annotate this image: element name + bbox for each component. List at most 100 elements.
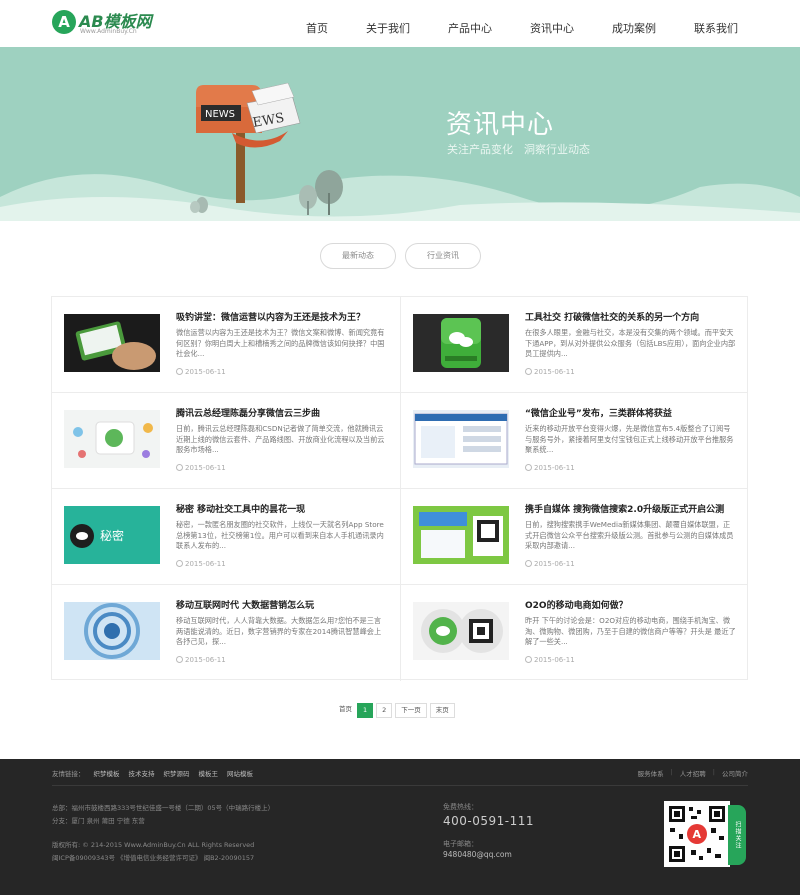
news-category-tabs: 最新动态 行业资讯 bbox=[320, 243, 490, 269]
nav-news[interactable]: 资讯中心 bbox=[530, 0, 574, 47]
news-date: 2015-06-11 bbox=[525, 464, 575, 472]
news-desc: 日前，搜狗搜索携手WeMedia新媒体集团、颠覆自媒体联盟，正式开启微信公众平台… bbox=[525, 520, 734, 550]
news-title[interactable]: 工具社交 打破微信社交的关系的另一个方向 bbox=[525, 310, 739, 323]
clock-icon bbox=[176, 656, 183, 663]
news-date-text: 2015-06-11 bbox=[534, 368, 575, 376]
news-item[interactable]: 腾讯云总经理陈磊分享微信云三步曲 日前，腾讯云总经理陈磊和CSDN记者做了简单交… bbox=[52, 393, 400, 489]
phone-icon[interactable] bbox=[64, 314, 160, 372]
news-date: 2015-06-11 bbox=[525, 656, 575, 664]
mail-label: 电子邮箱： bbox=[443, 840, 478, 848]
page-next[interactable]: 下一页 bbox=[395, 703, 427, 718]
news-desc: 日前，腾讯云总经理陈磊和CSDN记者做了简单交流，他就腾讯云近期上线的微信云套件… bbox=[176, 424, 385, 454]
news-item[interactable]: 吸钓讲堂：微信运营以内容为王还是技术为王？ 微信运营以内容为王还是技术为王？微信… bbox=[52, 297, 400, 393]
news-date: 2015-06-11 bbox=[176, 464, 226, 472]
banner-illustration: NEWS EWS bbox=[0, 82, 800, 221]
logo-mark-icon: A bbox=[52, 10, 76, 34]
friend-links-label: 友情链接： bbox=[52, 770, 85, 778]
news-date-text: 2015-06-11 bbox=[534, 464, 575, 472]
news-date-text: 2015-06-11 bbox=[185, 368, 226, 376]
friend-link[interactable]: 模板王 bbox=[199, 768, 219, 778]
news-date: 2015-06-11 bbox=[176, 656, 226, 664]
tab-latest[interactable]: 最新动态 bbox=[320, 243, 396, 269]
svg-text:秘密: 秘密 bbox=[100, 528, 124, 543]
news-desc: 秘密，一款匿名朋友圈的社交软件，上线仅一天就名列App Store总榜第13位，… bbox=[176, 520, 384, 550]
separator: | bbox=[670, 768, 673, 776]
clock-icon bbox=[525, 368, 532, 375]
news-banner: NEWS EWS 资讯中心 关注产品变化 洞察行业动态 bbox=[0, 47, 800, 221]
news-title[interactable]: 腾讯云总经理陈磊分享微信云三步曲 bbox=[176, 406, 390, 419]
site-footer: 友情链接： 织梦模板 技术支持 织梦源码 模板王 网站模板 服务体系 | 人才招聘… bbox=[0, 759, 800, 895]
clock-icon bbox=[176, 368, 183, 375]
news-date-text: 2015-06-11 bbox=[185, 560, 226, 568]
site-header: A AB模板网 Www.AdminBuy.Cn 首页 关于我们 产品中心 资讯中… bbox=[0, 0, 800, 47]
o2o-icon[interactable] bbox=[413, 602, 509, 660]
footer-divider bbox=[52, 785, 748, 786]
banner-title: 资讯中心 bbox=[446, 110, 555, 140]
footer-copyright: 版权所有: © 214-2015 Www.AdminBuy.Cn ALL Rig… bbox=[52, 841, 255, 849]
news-date: 2015-06-11 bbox=[525, 560, 575, 568]
hotline-number: 400-0591-111 bbox=[443, 814, 535, 828]
news-title[interactable]: 移动互联网时代 大数据营销怎么玩 bbox=[176, 598, 390, 611]
banner-subtitle: 关注产品变化 洞察行业动态 bbox=[447, 143, 590, 156]
clock-icon bbox=[525, 560, 532, 567]
news-desc: 在很多人眼里，金融与社交，本是没有交集的两个领域。而平安天下通APP，到从对外提… bbox=[525, 328, 736, 358]
news-desc: 微信运营以内容为王还是技术为王？微信文案和微博、新闻究竟有何区别？你明白周大上和… bbox=[176, 328, 385, 358]
tab-industry[interactable]: 行业资讯 bbox=[405, 243, 481, 269]
hotline-label: 免费热线： bbox=[443, 803, 478, 811]
friend-link[interactable]: 织梦模板 bbox=[94, 768, 120, 778]
news-item[interactable]: 工具社交 打破微信社交的关系的另一个方向 在很多人眼里，金融与社交，本是没有交集… bbox=[400, 297, 748, 393]
news-title[interactable]: O2O的移动电商如何做？ bbox=[525, 598, 739, 611]
footer-quick-links: 服务体系 | 人才招聘 | 公司简介 bbox=[631, 768, 748, 778]
svg-text:A: A bbox=[693, 828, 702, 841]
news-date-text: 2015-06-11 bbox=[534, 656, 575, 664]
footer-link-service[interactable]: 服务体系 bbox=[638, 768, 664, 778]
site-logo[interactable]: A AB模板网 Www.AdminBuy.Cn bbox=[52, 8, 162, 38]
separator: | bbox=[712, 768, 715, 776]
friend-link[interactable]: 技术支持 bbox=[129, 768, 155, 778]
news-item[interactable]: O2O的移动电商如何做？ 昨开 下午的讨论会是：O2O对应的移动电商，围绕手机淘… bbox=[400, 585, 748, 681]
news-item[interactable]: 携手自媒体 搜狗微信搜索2.0升级版正式开启公测 日前，搜狗搜索携手WeMedi… bbox=[400, 489, 748, 585]
mail-address[interactable]: 9480480@qq.com bbox=[443, 850, 512, 859]
news-title[interactable]: 携手自媒体 搜狗微信搜索2.0升级版正式开启公测 bbox=[525, 502, 739, 515]
news-title[interactable]: 秘密 移动社交工具中的昙花一现 bbox=[176, 502, 390, 515]
news-date-text: 2015-06-11 bbox=[185, 464, 226, 472]
nav-home[interactable]: 首页 bbox=[306, 0, 328, 47]
clock-icon bbox=[525, 656, 532, 663]
nav-contact[interactable]: 联系我们 bbox=[694, 0, 738, 47]
news-list: 吸钓讲堂：微信运营以内容为王还是技术为王？ 微信运营以内容为王还是技术为王？微信… bbox=[51, 296, 748, 681]
nav-cases[interactable]: 成功案例 bbox=[612, 0, 656, 47]
page-first[interactable]: 首页 bbox=[339, 703, 354, 718]
news-item[interactable]: “微信企业号”发布，三类群体将获益 近来的移动开放平台变得火爆，先是微信宣布5.… bbox=[400, 393, 748, 489]
logo-url: Www.AdminBuy.Cn bbox=[80, 28, 137, 35]
footer-link-jobs[interactable]: 人才招聘 bbox=[680, 768, 706, 778]
screen-icon[interactable] bbox=[413, 410, 509, 468]
nav-products[interactable]: 产品中心 bbox=[448, 0, 492, 47]
news-date: 2015-06-11 bbox=[525, 368, 575, 376]
news-desc: 移动互联网时代，人人背靠大数据。大数据怎么用?您怕不是三言两语能说清的。近日，数… bbox=[176, 616, 382, 646]
qr-code-icon: A bbox=[664, 801, 730, 867]
news-item[interactable]: 秘密 秘密 移动社交工具中的昙花一现 秘密，一款匿名朋友圈的社交软件，上线仅一天… bbox=[52, 489, 400, 585]
footer-link-about[interactable]: 公司简介 bbox=[722, 768, 748, 778]
news-date: 2015-06-11 bbox=[176, 368, 226, 376]
news-title[interactable]: “微信企业号”发布，三类群体将获益 bbox=[525, 406, 739, 419]
friend-link[interactable]: 网站模板 bbox=[227, 768, 253, 778]
page-1[interactable]: 1 bbox=[357, 703, 374, 718]
sogou-icon[interactable] bbox=[413, 506, 509, 564]
cloud-icon[interactable] bbox=[64, 410, 160, 468]
page-2[interactable]: 2 bbox=[376, 703, 393, 718]
qr-follow-tab[interactable]: 扫描关注 bbox=[728, 805, 746, 865]
page-last[interactable]: 末页 bbox=[429, 703, 455, 718]
bigdata-icon[interactable] bbox=[64, 602, 160, 660]
news-date: 2015-06-11 bbox=[176, 560, 226, 568]
nav-about[interactable]: 关于我们 bbox=[366, 0, 410, 47]
clock-icon bbox=[176, 464, 183, 471]
friend-links: 友情链接： 织梦模板 技术支持 织梦源码 模板王 网站模板 bbox=[52, 768, 262, 778]
secret-icon[interactable]: 秘密 bbox=[64, 506, 160, 564]
news-title[interactable]: 吸钓讲堂：微信运营以内容为王还是技术为王？ bbox=[176, 310, 390, 323]
wechat-icon[interactable] bbox=[413, 314, 509, 372]
friend-link[interactable]: 织梦源码 bbox=[164, 768, 190, 778]
main-nav: 首页 关于我们 产品中心 资讯中心 成功案例 联系我们 bbox=[306, 0, 738, 47]
news-date-text: 2015-06-11 bbox=[534, 560, 575, 568]
news-desc: 近来的移动开放平台变得火爆，先是微信宣布5.4版整合了订阅号与服务号外，紧接着阿… bbox=[525, 424, 734, 454]
news-item[interactable]: 移动互联网时代 大数据营销怎么玩 移动互联网时代，人人背靠大数据。大数据怎么用?… bbox=[52, 585, 400, 681]
